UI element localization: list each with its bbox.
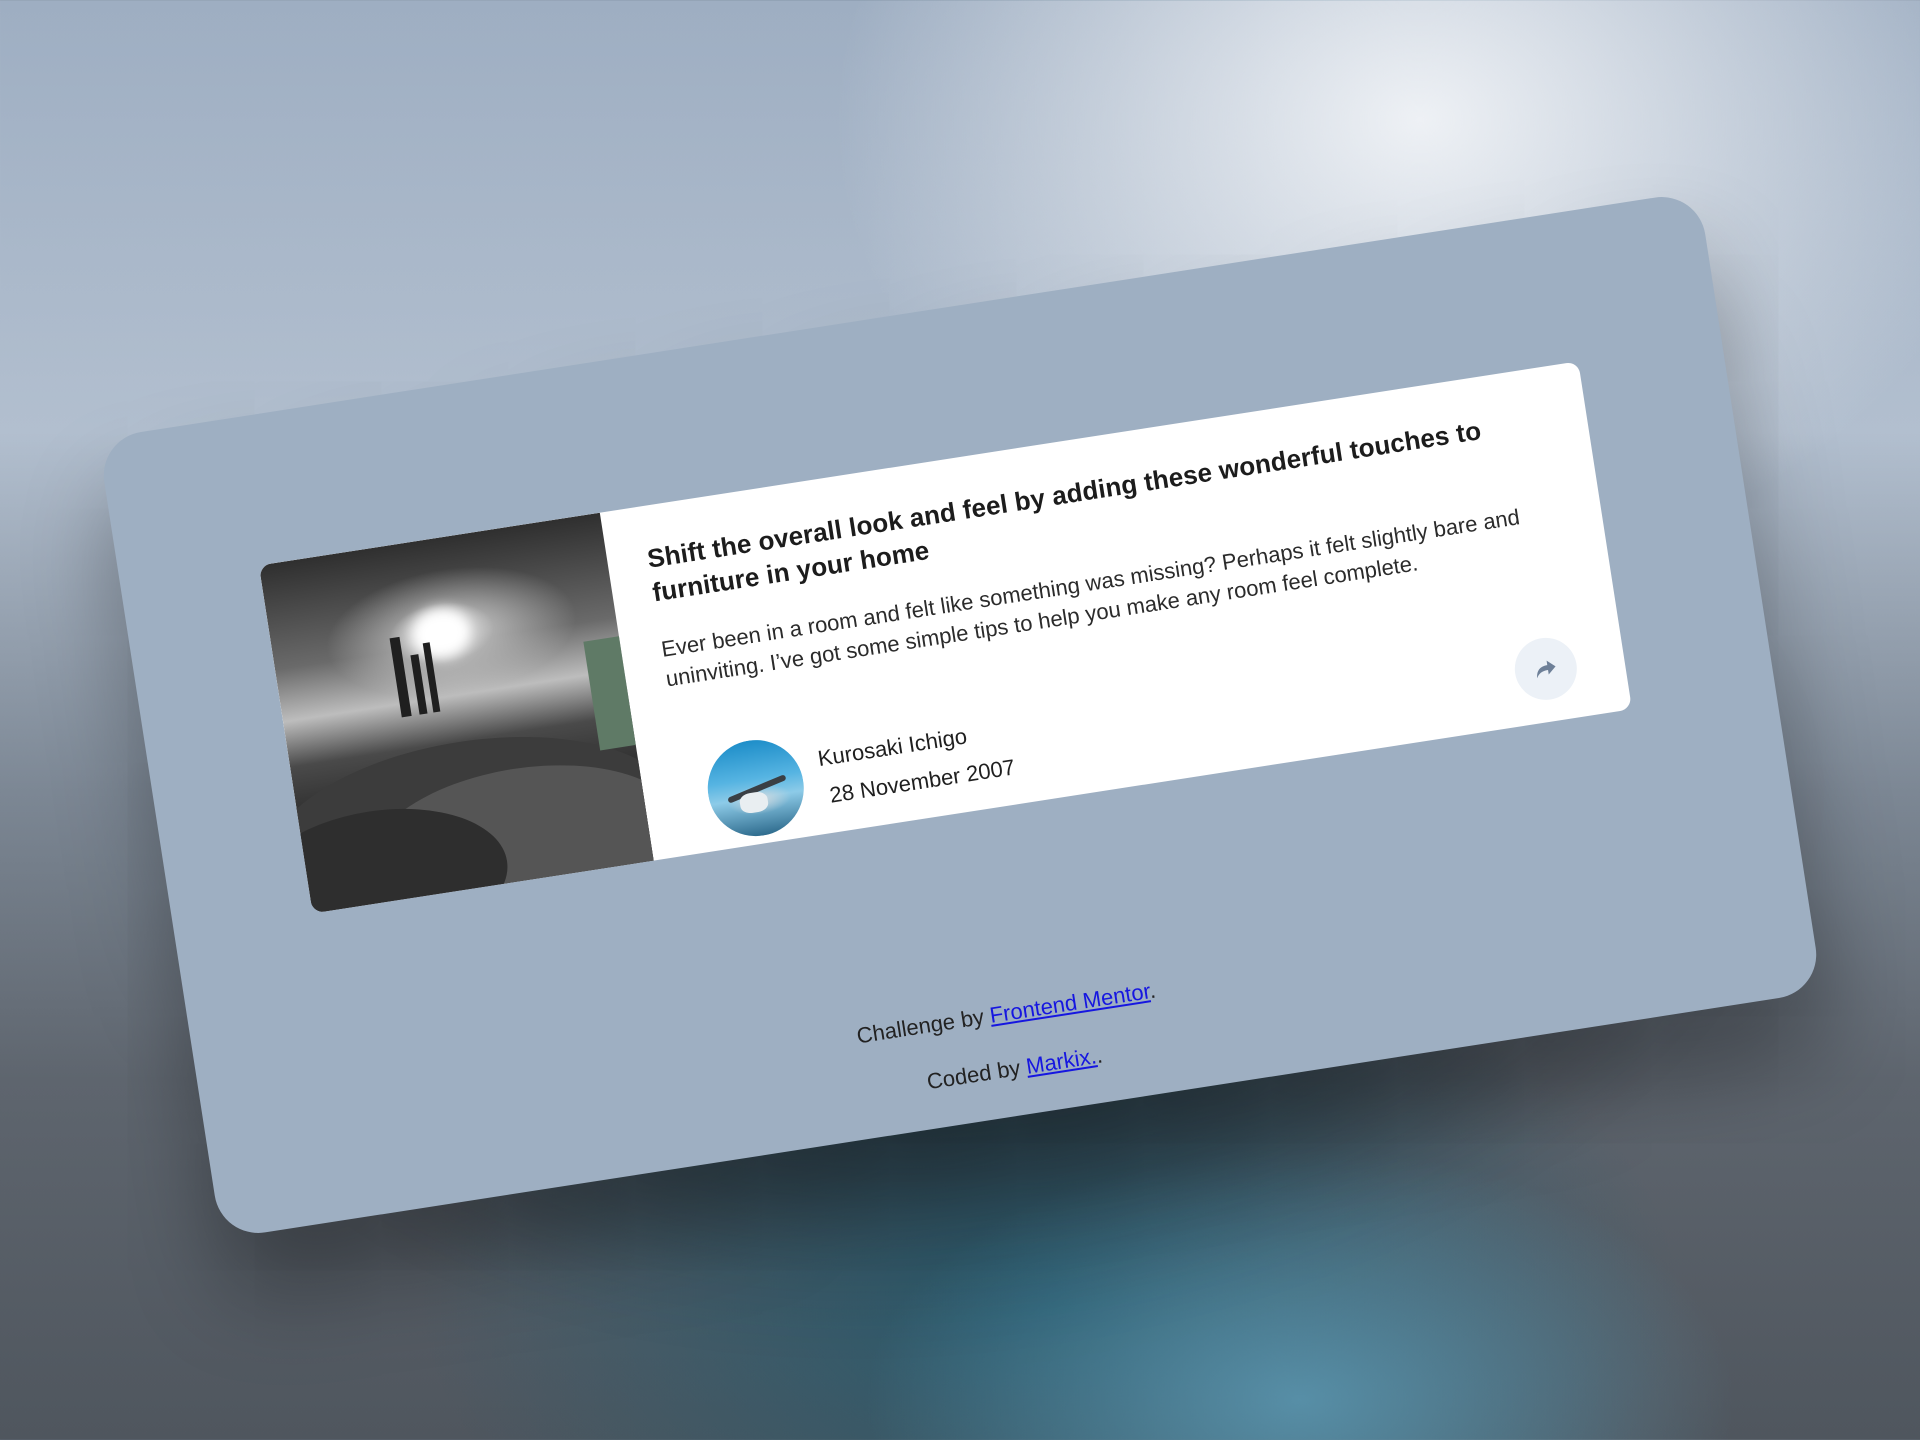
frontend-mentor-link[interactable]: Frontend Mentor: [988, 978, 1151, 1027]
challenge-prefix: Challenge by: [854, 1003, 992, 1049]
author-block: Kurosaki Ichigo 28 November 2007: [701, 701, 1019, 843]
author-meta: Kurosaki Ichigo 28 November 2007: [816, 716, 1017, 811]
share-button[interactable]: [1510, 633, 1582, 705]
article-image: [258, 512, 654, 914]
article-content: Shift the overall look and feel by addin…: [600, 361, 1632, 860]
author-link[interactable]: Markix.: [1024, 1043, 1098, 1079]
article-card: Shift the overall look and feel by addin…: [258, 361, 1633, 914]
share-icon: [1537, 660, 1556, 679]
coded-prefix: Coded by: [925, 1054, 1029, 1095]
avatar: [701, 733, 811, 843]
